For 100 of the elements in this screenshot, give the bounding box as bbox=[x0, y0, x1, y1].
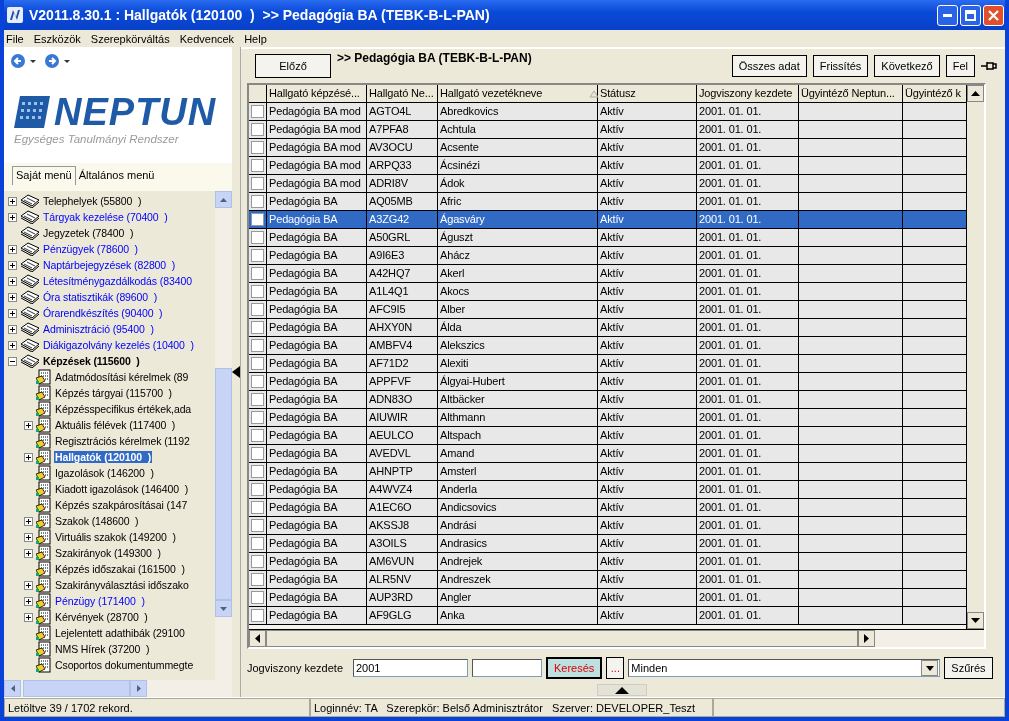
toolbar-button[interactable]: Fel bbox=[945, 54, 975, 77]
checkbox[interactable] bbox=[251, 266, 264, 280]
checkbox[interactable] bbox=[251, 158, 264, 172]
tree-item[interactable]: Lejelentett adathibák (29100 bbox=[54, 627, 186, 639]
filter-button[interactable]: Szűrés bbox=[944, 657, 993, 680]
checkbox[interactable] bbox=[251, 446, 264, 460]
tree-item[interactable]: Jegyzetek (78400 ) bbox=[42, 227, 135, 239]
checkbox[interactable] bbox=[251, 284, 264, 298]
expander-icon[interactable] bbox=[24, 548, 33, 558]
column-header[interactable]: Ügyintéző Neptun... bbox=[799, 84, 903, 103]
checkbox[interactable] bbox=[251, 518, 264, 532]
tree-item[interactable]: Órarendkészítés (90400 ) bbox=[42, 307, 164, 319]
expander-icon[interactable] bbox=[8, 308, 17, 318]
tree-item[interactable]: Szakirányok (149300 ) bbox=[54, 547, 162, 559]
expander-icon[interactable] bbox=[8, 292, 17, 302]
checkbox[interactable] bbox=[251, 140, 264, 154]
column-header[interactable]: Státusz bbox=[598, 84, 697, 103]
tree-item[interactable]: Pénzügy (171400 ) bbox=[54, 595, 146, 607]
expander-icon[interactable] bbox=[24, 420, 33, 430]
checkbox[interactable] bbox=[251, 338, 264, 352]
tree-item[interactable]: Képzés időszakai (161500 ) bbox=[54, 563, 186, 575]
expander-icon[interactable] bbox=[8, 260, 17, 270]
tree-item[interactable]: Szakirányválasztási időszako bbox=[54, 579, 190, 591]
tree-item[interactable]: Naptárbejegyzések (82800 ) bbox=[42, 259, 177, 271]
checkbox[interactable] bbox=[251, 500, 264, 514]
tree-item[interactable]: Képzésspecifikus értékek,ada bbox=[54, 403, 193, 415]
menu-item[interactable]: Szerepkörváltás bbox=[90, 32, 170, 45]
dropdown[interactable]: Minden bbox=[628, 659, 941, 678]
expander-icon[interactable] bbox=[8, 324, 17, 334]
scrollbar[interactable] bbox=[966, 84, 984, 630]
checkbox[interactable] bbox=[251, 320, 264, 334]
maximize-button[interactable] bbox=[960, 4, 981, 26]
tree-item[interactable]: Létesítménygazdálkodás (83400 bbox=[42, 275, 193, 287]
menu-tab[interactable]: Saját menü bbox=[12, 166, 76, 185]
checkbox[interactable] bbox=[251, 482, 264, 496]
scroll-down-icon[interactable] bbox=[971, 618, 980, 624]
menu-item[interactable]: Eszközök bbox=[33, 32, 81, 45]
scroll-left-icon[interactable] bbox=[255, 634, 260, 644]
tree-item[interactable]: NMS Hírek (37200 ) bbox=[54, 643, 151, 655]
tree-item[interactable]: Hallgatók (120100 ) bbox=[54, 451, 153, 463]
tree-item[interactable]: Adatmódosítási kérelmek (89 bbox=[54, 371, 190, 383]
previous-button[interactable]: Előző bbox=[255, 53, 331, 78]
tree-item[interactable]: Tárgyak kezelése (70400 ) bbox=[42, 211, 169, 223]
column-header[interactable]: Hallgató vezetékneve bbox=[438, 84, 598, 103]
expander-icon[interactable] bbox=[8, 196, 17, 206]
checkbox[interactable] bbox=[251, 392, 264, 406]
input-field[interactable]: 2001 bbox=[353, 659, 468, 678]
expander-icon[interactable] bbox=[24, 596, 33, 606]
checkbox[interactable] bbox=[251, 554, 264, 568]
expander-icon[interactable] bbox=[24, 580, 33, 590]
menu-tab[interactable]: Általános menü bbox=[75, 167, 158, 185]
checkbox[interactable] bbox=[251, 356, 264, 370]
column-header[interactable]: Hallgató képzésé... bbox=[267, 84, 367, 103]
checkbox[interactable] bbox=[251, 374, 264, 388]
column-header[interactable]: Hallgató Ne... bbox=[367, 84, 438, 103]
horizontal-scrollbar[interactable] bbox=[249, 629, 984, 648]
expander-icon[interactable] bbox=[8, 340, 17, 350]
checkbox[interactable] bbox=[251, 302, 264, 316]
expander-icon[interactable] bbox=[8, 244, 17, 254]
checkbox[interactable] bbox=[251, 176, 264, 190]
tree-item[interactable]: Pénzügyek (78600 ) bbox=[42, 243, 139, 255]
checkbox[interactable] bbox=[251, 536, 264, 550]
checkbox[interactable] bbox=[251, 194, 264, 208]
checkbox[interactable] bbox=[251, 122, 264, 136]
expander-icon[interactable] bbox=[24, 516, 33, 526]
toolbar-button[interactable]: Összes adat bbox=[731, 54, 807, 77]
tree-item[interactable]: Szakok (148600 ) bbox=[54, 515, 140, 527]
tree-item[interactable]: Csoportos dokumentummegte bbox=[54, 659, 195, 671]
dropdown-arrow-icon[interactable] bbox=[925, 665, 934, 671]
pin-icon[interactable] bbox=[981, 60, 997, 71]
expander-icon[interactable] bbox=[8, 212, 17, 222]
checkbox[interactable] bbox=[251, 590, 264, 604]
menu-item[interactable]: Help bbox=[244, 32, 267, 45]
checkbox[interactable] bbox=[251, 248, 264, 262]
tree-item[interactable]: Képzés szakpárosításai (147 bbox=[54, 499, 189, 511]
toolbar-button[interactable]: Következő bbox=[874, 54, 940, 77]
tree-item[interactable]: Diákigazolvány kezelés (10400 ) bbox=[42, 339, 195, 351]
close-button[interactable] bbox=[983, 4, 1004, 26]
tree-item[interactable]: Képzések (115600 ) bbox=[42, 355, 141, 367]
tree-item[interactable]: Igazolások (146200 ) bbox=[54, 467, 155, 479]
checkbox[interactable] bbox=[251, 464, 264, 478]
menu-item[interactable]: File bbox=[6, 32, 24, 45]
column-header[interactable]: Jogviszony kezdete bbox=[697, 84, 799, 103]
tree-item[interactable]: Telephelyek (55800 ) bbox=[42, 195, 143, 207]
search-button[interactable]: Keresés bbox=[546, 657, 603, 680]
expander-icon[interactable] bbox=[24, 532, 33, 542]
checkbox[interactable] bbox=[251, 212, 264, 226]
tree-item[interactable]: Aktuális félévek (117400 ) bbox=[54, 419, 177, 431]
tree-item[interactable]: Kiadott igazolások (146400 ) bbox=[54, 483, 190, 495]
tree-item[interactable]: Adminisztráció (95400 ) bbox=[42, 323, 155, 335]
more-button[interactable]: ... bbox=[606, 657, 625, 680]
tree-item[interactable]: Virtuális szakok (149200 ) bbox=[54, 531, 177, 543]
expand-panel-button[interactable] bbox=[597, 684, 647, 696]
checkbox[interactable] bbox=[251, 572, 264, 586]
tree-item[interactable]: Óra statisztikák (89600 ) bbox=[42, 291, 159, 303]
expander-icon[interactable] bbox=[8, 276, 17, 286]
input-field[interactable] bbox=[472, 659, 542, 678]
scroll-up-icon[interactable] bbox=[971, 90, 980, 96]
scroll-right-icon[interactable] bbox=[864, 634, 869, 644]
checkbox[interactable] bbox=[251, 230, 264, 244]
